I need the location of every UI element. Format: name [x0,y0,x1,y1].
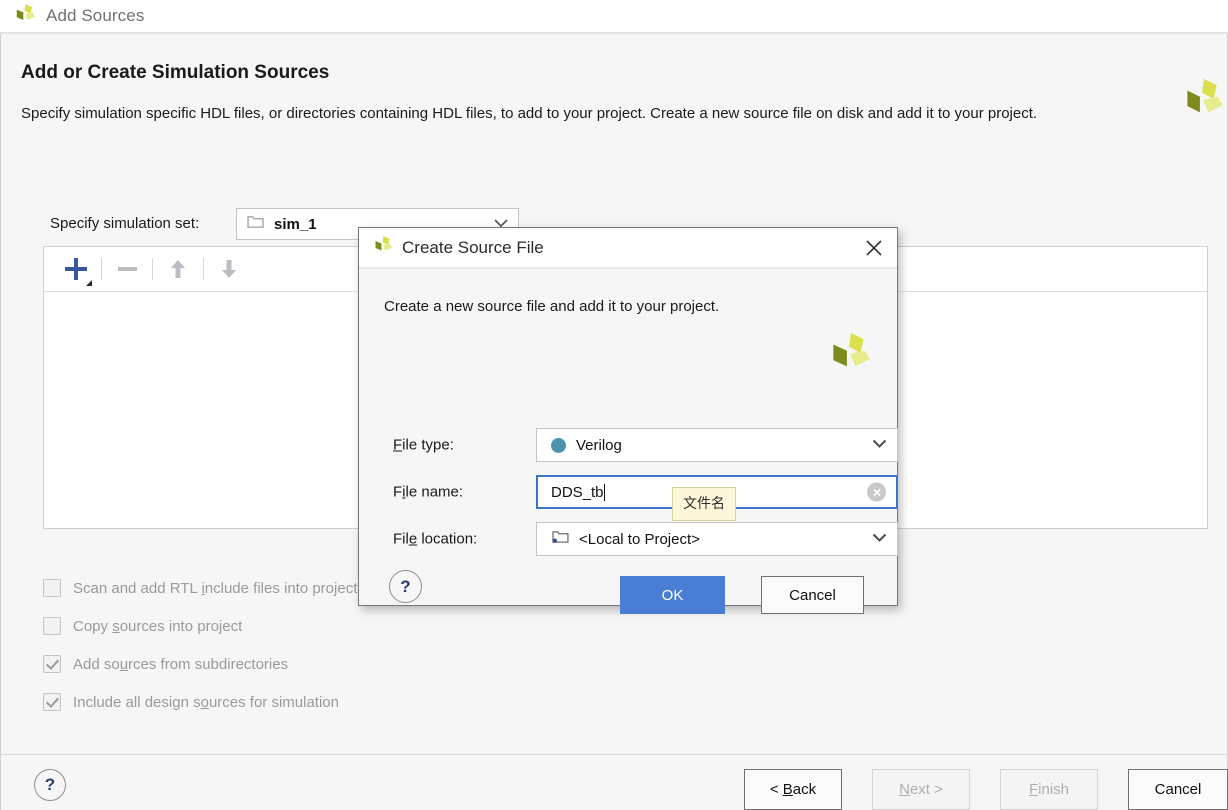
option-label: Copy sources into project [73,617,243,635]
cancel-button[interactable]: Cancel [1128,769,1228,810]
file-type-label: File type: [393,436,454,454]
text-caret [603,483,606,501]
page-title: Add or Create Simulation Sources [21,62,330,83]
file-type-row: File type: Verilog [393,428,898,462]
page-description: Specify simulation specific HDL files, o… [21,105,1038,122]
help-button[interactable]: ? [34,769,66,801]
plus-icon [65,258,87,280]
window-title: Add Sources [46,6,145,25]
dialog-cancel-button[interactable]: Cancel [761,576,864,614]
dialog-title: Create Source File [402,237,544,257]
xilinx-logo-icon [14,3,36,30]
toolbar-divider [152,258,153,280]
finish-label: Finish [1028,781,1070,798]
file-name-row: File name: DDS_tb [393,475,898,509]
move-down-button[interactable] [211,251,247,287]
minus-icon [117,267,137,271]
file-name-tooltip: 文件名 [672,487,736,521]
create-source-file-dialog: Create Source File Create a new source f… [358,227,898,614]
file-location-select[interactable]: <Local to Project> [536,522,898,556]
next-button[interactable]: Next > [872,769,970,810]
checkbox[interactable] [43,655,61,673]
back-button[interactable]: < Back [744,769,842,810]
xilinx-logo-icon [826,332,872,385]
remove-source-button[interactable] [109,251,145,287]
xilinx-logo-icon [373,235,393,260]
dropdown-triangle-icon [86,280,92,286]
option-add-subdirectories[interactable]: Add sources from subdirectories [43,645,357,683]
dialog-help-button[interactable]: ? [389,570,422,603]
checkbox[interactable] [43,617,61,635]
simulation-set-label: Specify simulation set: [50,215,200,232]
add-source-button[interactable] [58,251,94,287]
arrow-down-icon [220,259,238,279]
verilog-bullet-icon [551,437,566,453]
checkbox[interactable] [43,693,61,711]
file-name-value: DDS_tb [551,483,604,501]
cancel-label: Cancel [1154,781,1202,798]
file-type-select[interactable]: Verilog [536,428,898,462]
chevron-down-icon[interactable] [872,530,887,548]
file-location-label: File location: [393,530,478,548]
source-options-group: Scan and add RTL include files into proj… [43,569,357,721]
option-label: Scan and add RTL include files into proj… [73,579,358,597]
ok-button[interactable]: OK [620,576,725,614]
back-label: < Back [769,781,817,798]
dialog-body: Create a new source file and add it to y… [359,269,898,614]
option-scan-rtl-include[interactable]: Scan and add RTL include files into proj… [43,569,357,607]
toolbar-divider [203,258,204,280]
xilinx-logo-icon [1181,78,1223,131]
simulation-set-value: sim_1 [274,215,317,233]
add-sources-window: Add Sources Add or Create Simulation Sou… [0,0,1228,810]
checkbox[interactable] [43,579,61,597]
folder-icon [551,530,569,549]
file-type-value: Verilog [576,436,622,454]
dialog-description: Create a new source file and add it to y… [384,298,720,315]
dialog-titlebar: Create Source File [359,228,897,267]
option-label: Include all design sources for simulatio… [73,693,339,711]
toolbar-divider [101,258,102,280]
window-titlebar: Add Sources [0,0,1228,32]
file-location-row: File location: <Local to Project> [393,522,898,556]
finish-button[interactable]: Finish [1000,769,1098,810]
chevron-down-icon[interactable] [872,436,887,454]
arrow-up-icon [169,259,187,279]
option-label: Add sources from subdirectories [73,655,289,673]
option-include-design-sources[interactable]: Include all design sources for simulatio… [43,683,357,721]
option-copy-sources[interactable]: Copy sources into project [43,607,357,645]
move-up-button[interactable] [160,251,196,287]
file-location-value: <Local to Project> [579,530,700,548]
close-icon[interactable] [863,237,885,259]
clear-circle-icon[interactable] [867,482,886,502]
folder-icon [247,215,264,234]
next-label: Next > [899,781,943,798]
file-name-label: File name: [393,483,464,501]
